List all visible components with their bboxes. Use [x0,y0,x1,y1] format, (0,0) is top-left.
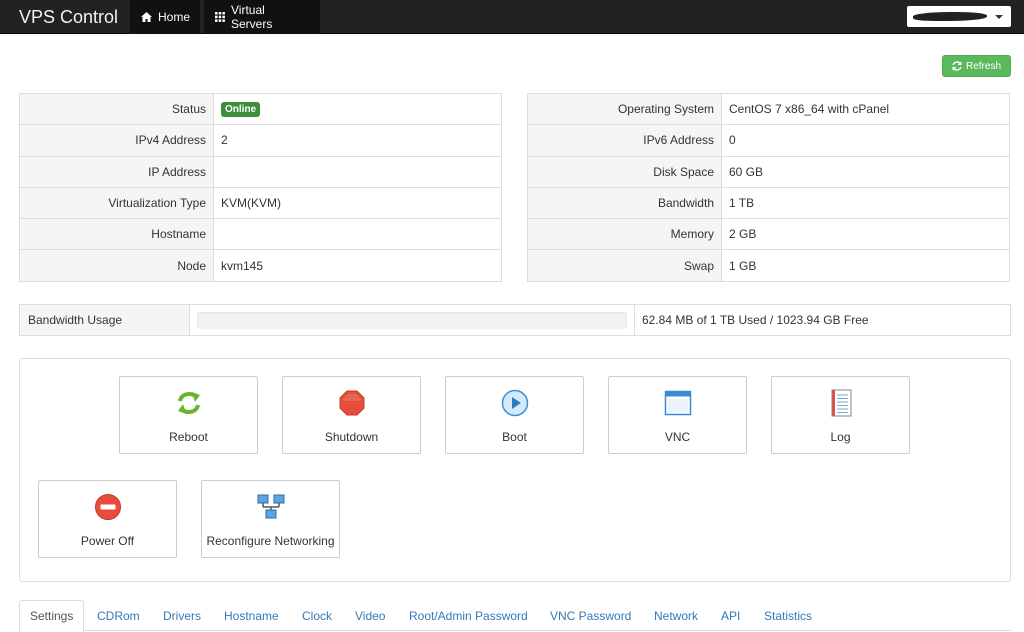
log-label: Log [830,430,850,444]
tab-clock[interactable]: Clock [292,600,342,631]
boot-button[interactable]: Boot [445,376,584,454]
table-row: Memory 2 GB [528,219,1010,250]
refresh-label: Refresh [966,61,1001,72]
bandwidth-progress-bar [197,312,627,329]
tab-video[interactable]: Video [345,600,395,631]
tab-drivers[interactable]: Drivers [153,600,211,631]
table-row: IPv4 Address 2 [20,125,502,156]
home-icon [141,12,152,22]
user-menu-dropdown[interactable] [907,6,1011,27]
memory-value: 2 GB [722,219,1010,250]
reconfigure-networking-label: Reconfigure Networking [206,534,334,548]
vnc-button[interactable]: VNC [608,376,747,454]
reconfigure-networking-button[interactable]: Reconfigure Networking [201,480,340,558]
tab-statistics[interactable]: Statistics [754,600,822,631]
ipv6-value: 0 [722,125,1010,156]
virtualization-type-label: Virtualization Type [20,187,214,218]
ipv6-label: IPv6 Address [528,125,722,156]
ipv4-label: IPv4 Address [20,125,214,156]
table-row: Node kvm145 [20,250,502,281]
ip-address-value [214,156,502,187]
tab-hostname[interactable]: Hostname [214,600,289,631]
grid-icon [215,12,225,22]
table-row: Status Online [20,94,502,125]
reboot-icon [175,390,203,416]
log-button[interactable]: Log [771,376,910,454]
ip-address-label: IP Address [20,156,214,187]
vnc-label: VNC [665,430,690,444]
tab-root-admin-password[interactable]: Root/Admin Password [399,600,538,631]
shutdown-button[interactable]: Shutdown [282,376,421,454]
bandwidth-usage-label: Bandwidth Usage [20,305,190,335]
swap-value: 1 GB [722,250,1010,281]
disk-space-label: Disk Space [528,156,722,187]
shutdown-label: Shutdown [325,430,378,444]
log-notebook-icon [829,389,853,417]
table-row: Hostname [20,219,502,250]
server-actions-panel: Reboot Shutdown Boot VNC [19,358,1011,582]
bandwidth-usage-text: 62.84 MB of 1 TB Used / 1023.94 GB Free [635,305,869,335]
reboot-label: Reboot [169,430,208,444]
os-label: Operating System [528,94,722,125]
table-row: IPv6 Address 0 [528,125,1010,156]
bandwidth-usage-row: Bandwidth Usage 62.84 MB of 1 TB Used / … [19,304,1011,336]
top-navbar: VPS Control Home Virtual Servers [0,0,1024,34]
status-badge: Online [221,102,260,117]
table-row: Bandwidth 1 TB [528,187,1010,218]
brand-title[interactable]: VPS Control [19,7,118,28]
table-row: IP Address [20,156,502,187]
hostname-label: Hostname [20,219,214,250]
tab-vnc-password[interactable]: VNC Password [540,600,641,631]
tab-api[interactable]: API [711,600,750,631]
tab-network[interactable]: Network [644,600,708,631]
os-value: CentOS 7 x86_64 with cPanel [722,94,1010,125]
power-off-icon [94,493,122,521]
server-info-table-left: Status Online IPv4 Address 2 IP Address … [19,93,502,282]
table-row: Operating System CentOS 7 x86_64 with cP… [528,94,1010,125]
settings-tabs: Settings CDRom Drivers Hostname Clock Vi… [19,600,1011,631]
power-off-button[interactable]: Power Off [38,480,177,558]
nav-virtual-servers[interactable]: Virtual Servers [204,0,320,34]
refresh-icon [952,61,962,71]
bandwidth-value: 1 TB [722,187,1010,218]
node-label: Node [20,250,214,281]
nav-virtual-servers-label: Virtual Servers [231,3,309,31]
node-value: kvm145 [214,250,502,281]
nav-home-label: Home [158,10,190,24]
status-label: Status [20,94,214,125]
redacted-username [913,12,987,21]
ipv4-value: 2 [214,125,502,156]
network-icon [256,493,286,521]
virtualization-type-value: KVM(KVM) [214,187,502,218]
boot-label: Boot [502,430,527,444]
tab-settings[interactable]: Settings [19,600,84,632]
memory-label: Memory [528,219,722,250]
stop-sign-icon [339,390,365,416]
caret-down-icon [995,15,1003,19]
play-icon [501,389,529,417]
server-info-table-right: Operating System CentOS 7 x86_64 with cP… [527,93,1010,282]
hostname-value [214,219,502,250]
swap-label: Swap [528,250,722,281]
table-row: Disk Space 60 GB [528,156,1010,187]
table-row: Virtualization Type KVM(KVM) [20,187,502,218]
tab-cdrom[interactable]: CDRom [87,600,150,631]
disk-space-value: 60 GB [722,156,1010,187]
window-icon [664,390,692,416]
bandwidth-label: Bandwidth [528,187,722,218]
reboot-button[interactable]: Reboot [119,376,258,454]
table-row: Swap 1 GB [528,250,1010,281]
power-off-label: Power Off [81,534,134,548]
nav-home[interactable]: Home [130,0,200,34]
refresh-button[interactable]: Refresh [942,55,1011,77]
